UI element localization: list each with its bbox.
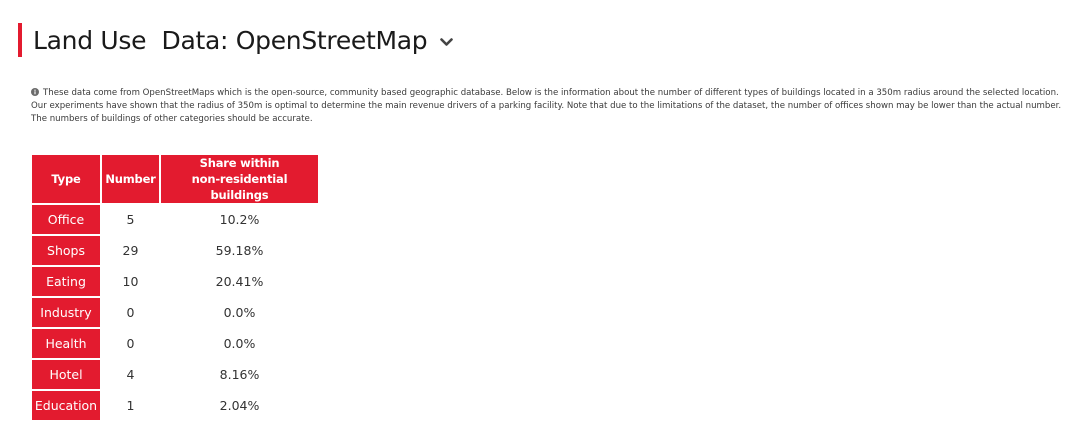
table-row: Health 0 0.0%: [32, 329, 318, 358]
row-number-cell: 0: [126, 336, 135, 351]
row-type-cell: Industry: [32, 298, 100, 327]
column-header-share-line1: Share within: [199, 156, 280, 170]
land-use-table: Type Number Share within non-residential…: [30, 153, 320, 422]
row-type-cell: Shops: [32, 236, 100, 265]
table-header-row: Type Number Share within non-residential…: [32, 155, 318, 203]
column-header-share: Share within non-residential buildings: [161, 155, 318, 203]
row-type-cell: Office: [32, 205, 100, 234]
column-header-share-line2: non-residential buildings: [191, 172, 288, 202]
row-number-cell: 5: [126, 212, 135, 227]
chevron-down-icon[interactable]: [439, 35, 453, 49]
page-title: Land Use Data: OpenStreetMap: [33, 25, 428, 55]
row-share-cell: 2.04%: [219, 398, 260, 413]
section-header: Land Use Data: OpenStreetMap: [18, 22, 453, 58]
row-share-cell: 0.0%: [223, 305, 256, 320]
row-share-cell: 8.16%: [219, 367, 260, 382]
table-row: Shops 29 59.18%: [32, 236, 318, 265]
table-row: Education 1 2.04%: [32, 391, 318, 420]
column-header-type: Type: [32, 155, 100, 203]
table-row: Hotel 4 8.16%: [32, 360, 318, 389]
table-row: Office 5 10.2%: [32, 205, 318, 234]
row-share-cell: 0.0%: [223, 336, 256, 351]
row-type-cell: Health: [32, 329, 100, 358]
row-type-cell: Education: [32, 391, 100, 420]
row-number-cell: 4: [126, 367, 135, 382]
row-number-cell: 10: [122, 274, 139, 289]
table-row: Eating 10 20.41%: [32, 267, 318, 296]
title-accent-bar: [18, 23, 22, 57]
row-number-cell: 0: [126, 305, 135, 320]
row-number-cell: 29: [122, 243, 139, 258]
info-text: These data come from OpenStreetMaps whic…: [31, 88, 1062, 124]
table-row: Industry 0 0.0%: [32, 298, 318, 327]
info-icon: [31, 88, 39, 96]
row-number-cell: 1: [126, 398, 135, 413]
column-header-number: Number: [102, 155, 159, 203]
row-type-cell: Eating: [32, 267, 100, 296]
row-share-cell: 20.41%: [215, 274, 264, 289]
row-share-cell: 59.18%: [215, 243, 264, 258]
row-share-cell: 10.2%: [219, 212, 260, 227]
row-type-cell: Hotel: [32, 360, 100, 389]
info-note: These data come from OpenStreetMaps whic…: [31, 87, 1066, 126]
